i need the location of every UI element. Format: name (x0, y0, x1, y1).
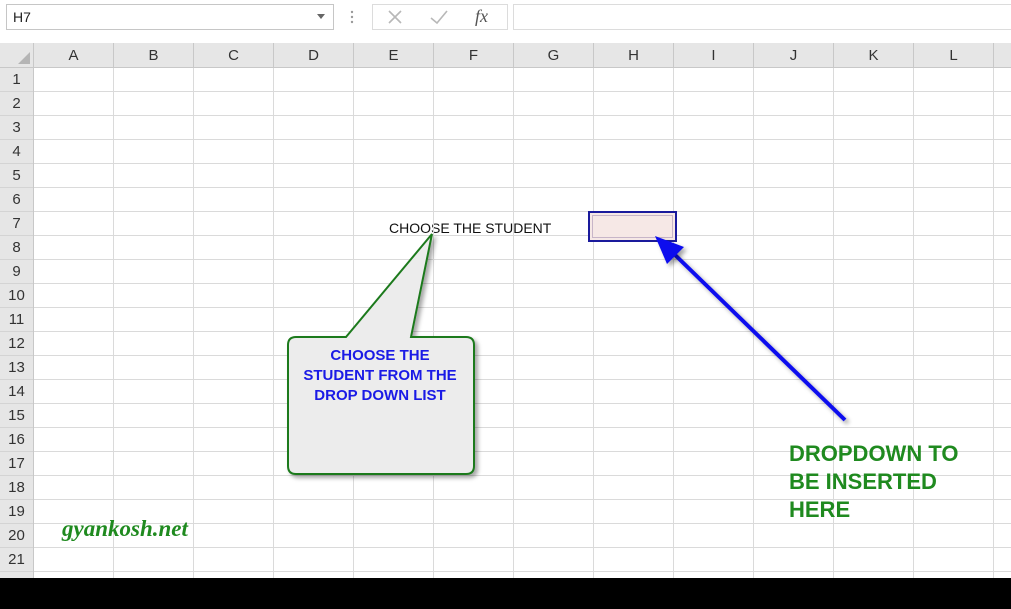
gridline-horizontal (34, 163, 1011, 164)
gridline-horizontal (34, 115, 1011, 116)
gridline-horizontal (34, 283, 1011, 284)
column-header-k[interactable]: K (834, 43, 914, 67)
row-header-6[interactable]: 6 (0, 188, 33, 212)
cell-h7-value (592, 215, 673, 238)
row-header-9[interactable]: 9 (0, 260, 33, 284)
cell-e7[interactable]: CHOOSE THE STUDENT (389, 216, 589, 240)
gridline-horizontal (34, 331, 1011, 332)
row-header-4[interactable]: 4 (0, 140, 33, 164)
selected-cell-h7[interactable] (588, 211, 677, 242)
column-header-g[interactable]: G (514, 43, 594, 67)
column-header-l[interactable]: L (914, 43, 994, 67)
gridline-horizontal (34, 211, 1011, 212)
select-all-button[interactable] (0, 43, 34, 68)
column-header-h[interactable]: H (594, 43, 674, 67)
column-header-i[interactable]: I (674, 43, 754, 67)
excel-window: H7 fx ABCDEFGHIJKL 1 2 3 4 5 6 7 8 9 10 11 12 13 14 15… (0, 0, 1011, 578)
gridline-vertical (113, 68, 114, 578)
gridline-horizontal (34, 379, 1011, 380)
enter-button[interactable] (425, 7, 453, 27)
gridline-vertical (193, 68, 194, 578)
gridline-horizontal (34, 139, 1011, 140)
row-headers: 1 2 3 4 5 6 7 8 9 10 11 12 13 14 15 16 17 18 19 20 21 (0, 68, 34, 578)
formula-buttons: fx (372, 4, 508, 30)
gridline-horizontal (34, 355, 1011, 356)
chevron-down-icon[interactable] (317, 14, 325, 19)
gridline-horizontal (34, 307, 1011, 308)
row-header-19[interactable]: 19 (0, 500, 33, 524)
row-header-5[interactable]: 5 (0, 164, 33, 188)
fx-icon: fx (475, 6, 488, 26)
select-all-triangle-icon (18, 52, 30, 64)
name-box[interactable]: H7 (6, 4, 334, 30)
grip-icon[interactable] (350, 9, 354, 25)
row-header-11[interactable]: 11 (0, 308, 33, 332)
column-header-a[interactable]: A (34, 43, 114, 67)
gridline-horizontal (34, 91, 1011, 92)
column-header-f[interactable]: F (434, 43, 514, 67)
check-icon (430, 10, 448, 25)
column-header-e[interactable]: E (354, 43, 434, 67)
gridline-vertical (593, 68, 594, 578)
watermark: gyankosh.net (62, 516, 188, 541)
row-header-13[interactable]: 13 (0, 356, 33, 380)
gridline-vertical (273, 68, 274, 578)
column-header-c[interactable]: C (194, 43, 274, 67)
column-header-b[interactable]: B (114, 43, 194, 67)
gridline-horizontal (34, 427, 1011, 428)
gridline-vertical (433, 68, 434, 578)
row-header-3[interactable]: 3 (0, 116, 33, 140)
formula-input[interactable] (513, 4, 1011, 30)
row-header-18[interactable]: 18 (0, 476, 33, 500)
insert-function-button[interactable]: fx (469, 6, 497, 27)
gridline-vertical (353, 68, 354, 578)
row-header-17[interactable]: 17 (0, 452, 33, 476)
column-headers: ABCDEFGHIJKL (34, 43, 1011, 68)
gridline-vertical (753, 68, 754, 578)
row-header-20[interactable]: 20 (0, 524, 33, 548)
name-box-value: H7 (13, 9, 31, 25)
close-icon (388, 10, 402, 24)
gridline-horizontal (34, 235, 1011, 236)
gridline-horizontal (34, 259, 1011, 260)
row-header-2[interactable]: 2 (0, 92, 33, 116)
cancel-button[interactable] (381, 7, 409, 27)
row-header-10[interactable]: 10 (0, 284, 33, 308)
row-header-16[interactable]: 16 (0, 428, 33, 452)
gridline-vertical (673, 68, 674, 578)
row-header-1[interactable]: 1 (0, 68, 33, 92)
gridline-horizontal (34, 571, 1011, 572)
callout-text: CHOOSE THE STUDENT FROM THE DROP DOWN LI… (303, 347, 457, 404)
gridline-horizontal (34, 187, 1011, 188)
gridline-vertical (993, 68, 994, 578)
formula-bar: H7 fx (0, 0, 1011, 38)
row-header-7[interactable]: 7 (0, 212, 33, 236)
row-header-21[interactable]: 21 (0, 548, 33, 572)
row-header-8[interactable]: 8 (0, 236, 33, 260)
row-header-12[interactable]: 12 (0, 332, 33, 356)
row-header-14[interactable]: 14 (0, 380, 33, 404)
gridline-vertical (513, 68, 514, 578)
gridline-horizontal (34, 547, 1011, 548)
gridline-horizontal (34, 403, 1011, 404)
column-header-d[interactable]: D (274, 43, 354, 67)
column-header-j[interactable]: J (754, 43, 834, 67)
dropdown-note: DROPDOWN TO BE INSERTED HERE (789, 441, 959, 522)
row-header-15[interactable]: 15 (0, 404, 33, 428)
